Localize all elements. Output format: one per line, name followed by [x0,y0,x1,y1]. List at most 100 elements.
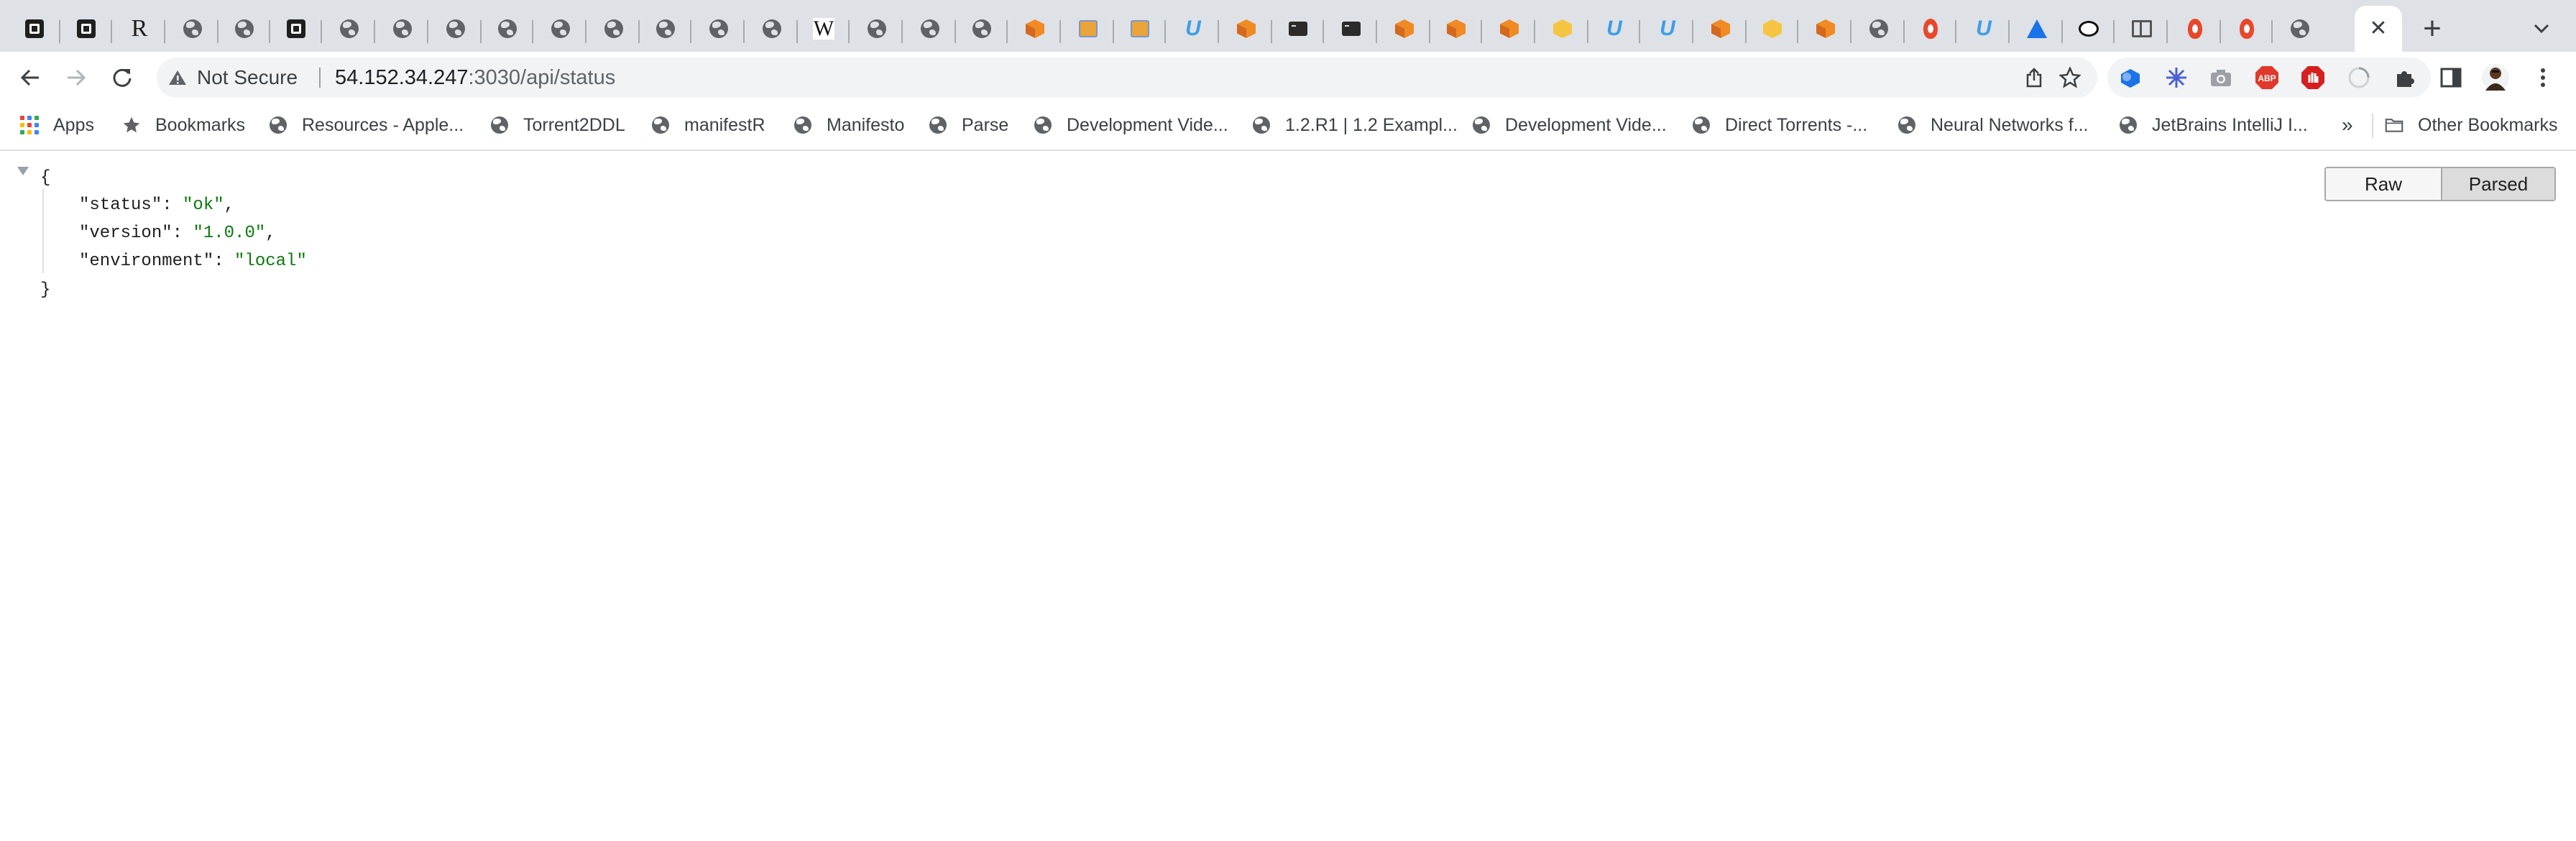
chrome-menu-button[interactable] [2527,62,2559,93]
address-bar[interactable]: Not Secure 54.152.34.247:3030/api/status [157,58,2097,98]
active-tab[interactable]: ✕ [2355,6,2402,52]
share-button[interactable] [2020,63,2048,92]
browser-tab[interactable] [2169,6,2221,52]
tab-separator [427,20,428,43]
browser-tab[interactable] [693,6,745,52]
browser-tab[interactable] [1220,6,1272,52]
share-icon [2026,68,2042,88]
browser-tab[interactable] [1430,6,1482,52]
browser-tab[interactable] [2221,6,2273,52]
json-close-brace: } [40,280,51,300]
browser-tab[interactable] [9,6,60,52]
browser-tab[interactable] [1800,6,1852,52]
browser-tab[interactable] [956,6,1008,52]
more-bookmarks-button[interactable]: » [2342,104,2353,147]
browser-tab[interactable] [1009,6,1061,52]
bookmark-label: Bookmarks [155,114,246,135]
browser-tab[interactable] [1272,6,1324,52]
security-indicator[interactable]: Not Secure [168,58,298,98]
bookmark-item[interactable]: Neural Networks f... [1898,104,2089,147]
extension-adblock-plus[interactable]: ABP [2251,62,2283,93]
browser-tab[interactable] [1695,6,1747,52]
bookmark-star-button[interactable] [2056,63,2084,92]
globe-icon [794,116,812,134]
browser-tab[interactable] [377,6,428,52]
close-tab-icon[interactable]: ✕ [2369,18,2387,40]
bookmark-item[interactable]: Development Vide... [1034,104,1228,147]
bookmark-item[interactable]: 1.2.R1 | 1.2 Exampl... [1252,104,1458,147]
browser-tab[interactable] [904,6,956,52]
tab-strip: R W U U U U ✕ + [0,0,2576,52]
browser-tab[interactable] [2116,6,2168,52]
globe-icon [866,18,888,40]
browser-tab[interactable] [1062,6,1114,52]
browser-tab[interactable] [1325,6,1377,52]
browser-tab[interactable] [482,6,533,52]
bookmark-item[interactable]: Parse [929,104,1008,147]
bookmark-item[interactable]: Direct Torrents -... [1692,104,1867,147]
yellow-cube-icon [1552,18,1573,40]
raw-view-button[interactable]: Raw [2326,168,2442,200]
browser-tab[interactable] [1484,6,1535,52]
browser-tab[interactable]: R [114,6,165,52]
side-panel-button[interactable] [2435,62,2467,93]
browser-tab[interactable] [167,6,218,52]
bookmark-item[interactable]: Development Vide... [1472,104,1667,147]
extension-cloud[interactable] [2115,62,2146,93]
bookmark-item[interactable]: Torrent2DDL [490,104,625,147]
browser-tab[interactable] [588,6,640,52]
extension-snowflake[interactable] [2161,62,2192,93]
browser-tab[interactable] [323,6,375,52]
bookmark-item[interactable]: manifestR [651,104,765,147]
browser-tab[interactable] [2063,6,2115,52]
reload-button[interactable] [105,60,139,95]
browser-tab[interactable] [851,6,903,52]
tab-separator [690,20,691,43]
new-tab-button[interactable]: + [2414,10,2451,47]
browser-tab[interactable] [1114,6,1166,52]
browser-tab[interactable] [1537,6,1588,52]
browser-tab[interactable]: U [1642,6,1693,52]
forward-button[interactable] [59,60,93,95]
browser-tab[interactable]: W [798,6,850,52]
extension-loading[interactable] [2343,62,2375,93]
bookmark-item[interactable]: Manifesto [794,104,904,147]
json-colon: : [213,252,235,271]
browser-tab[interactable] [270,6,322,52]
back-button[interactable] [13,60,47,95]
browser-tab[interactable] [1853,6,1905,52]
json-colon: : [172,224,193,243]
browser-tab[interactable] [430,6,482,52]
json-key: "status" [79,196,162,215]
bookmark-item[interactable]: Bookmarks [122,104,245,147]
browser-tab[interactable]: U [1588,6,1640,52]
tab-separator [1797,20,1798,43]
browser-tab[interactable] [1905,6,1956,52]
browser-tab[interactable]: U [1958,6,2010,52]
tab-separator [2113,20,2115,43]
url-text[interactable]: 54.152.34.247:3030/api/status [335,58,615,98]
browser-tab[interactable] [218,6,270,52]
bookmark-item[interactable]: Apps [20,104,94,147]
other-bookmarks-folder[interactable]: Other Bookmarks [2385,104,2558,147]
bookmark-item[interactable]: JetBrains IntelliJ I... [2119,104,2308,147]
browser-tab[interactable] [2274,6,2326,52]
browser-tab[interactable] [746,6,798,52]
browser-tab[interactable] [640,6,691,52]
globe-icon [550,18,571,40]
tab-separator [2271,20,2273,43]
extension-camera[interactable] [2205,62,2237,93]
browser-tab[interactable] [1379,6,1430,52]
bookmark-item[interactable]: Resources - Apple... [269,104,464,147]
browser-tab[interactable] [535,6,586,52]
extension-adblock[interactable] [2297,62,2329,93]
tab-search-button[interactable] [2526,13,2557,45]
browser-tab[interactable]: U [1167,6,1219,52]
browser-tab[interactable] [60,6,112,52]
collapse-toggle-icon[interactable] [17,167,29,175]
parsed-view-button[interactable]: Parsed [2442,168,2554,200]
profile-avatar-button[interactable] [2480,62,2511,93]
extensions-menu-button[interactable] [2389,62,2421,93]
browser-tab[interactable] [2011,6,2063,52]
browser-tab[interactable] [1747,6,1798,52]
